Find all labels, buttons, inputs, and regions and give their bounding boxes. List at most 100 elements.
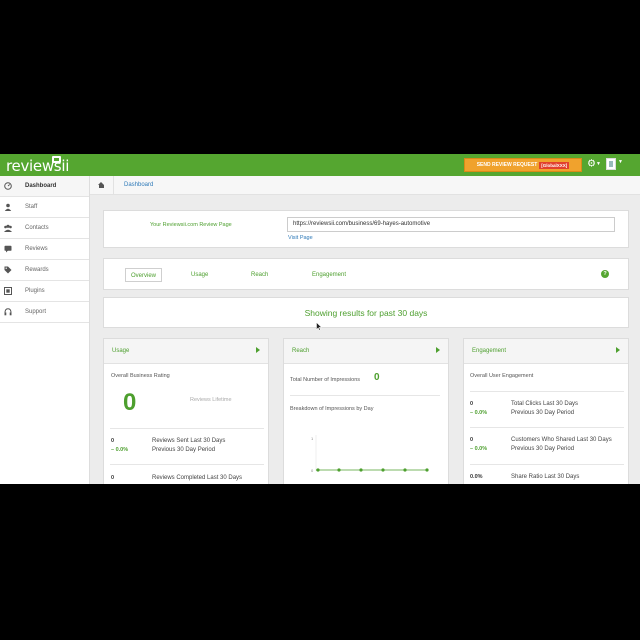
- engagement-card-title: Engagement: [472, 348, 507, 354]
- sidebar-item-label: Contacts: [25, 225, 49, 231]
- chevron-down-icon[interactable]: ▼: [618, 159, 623, 165]
- chart-y-tick-0: 0: [311, 468, 314, 473]
- impressions-value: 0: [374, 372, 380, 383]
- plugin-icon: [3, 286, 13, 296]
- reviews-sent-delta: – 0.0%: [111, 447, 129, 453]
- reviews-completed-count: 0: [111, 475, 115, 481]
- sidebar-item-label: Reviews: [25, 246, 48, 252]
- engagement-card-header: Engagement: [464, 339, 628, 364]
- impressions-label: Total Number of Impressions: [290, 377, 360, 383]
- sidebar-item-staff[interactable]: Staff: [0, 197, 89, 218]
- reach-card-title: Reach: [292, 348, 310, 354]
- sidebar-item-rewards[interactable]: Rewards: [0, 260, 89, 281]
- tabs-panel: Overview Usage Reach Engagement ?: [103, 258, 629, 290]
- breadcrumb: Dashboard: [90, 176, 640, 195]
- chevron-down-icon: ▼: [595, 161, 601, 167]
- reviews-lifetime-label: Reviews Lifetime: [190, 397, 232, 403]
- total-clicks-delta-value: 0.0%: [474, 410, 488, 416]
- review-page-panel: Your Reviewsii.com Review Page https://r…: [103, 210, 629, 248]
- breakdown-label: Breakdown of Impressions by Day: [290, 406, 374, 412]
- customers-shared-delta: – 0.0%: [470, 446, 488, 452]
- breadcrumb-dashboard-link[interactable]: Dashboard: [124, 182, 153, 188]
- send-button-label: SEND REVIEW REQUEST: [476, 162, 538, 168]
- reach-card: Reach Total Number of Impressions 0 Brea…: [283, 338, 449, 484]
- reach-divider: [290, 395, 440, 396]
- sidebar: Dashboard Staff Contacts Reviews Rewards: [0, 176, 90, 484]
- sidebar-item-plugins[interactable]: Plugins: [0, 281, 89, 302]
- sidebar-item-label: Dashboard: [25, 183, 57, 189]
- sidebar-item-contacts[interactable]: Contacts: [0, 218, 89, 239]
- chart-point: [359, 468, 363, 472]
- customers-shared-text: Customers Who Shared Last 30 Days Previo…: [511, 436, 612, 454]
- visit-page-link[interactable]: Visit Page: [288, 235, 313, 241]
- mouse-cursor-icon: [316, 318, 323, 336]
- app-window: reviewsii SEND REVIEW REQUEST [GlobalXXX…: [0, 154, 640, 484]
- chart-point: [337, 468, 341, 472]
- overall-rating-value: 0: [123, 389, 137, 416]
- sidebar-item-label: Plugins: [25, 288, 45, 294]
- usage-divider: [110, 428, 264, 429]
- chart-point: [381, 468, 385, 472]
- dashboard-icon: [3, 181, 13, 191]
- chart-point: [403, 468, 407, 472]
- reviews-sent-line1: Reviews Sent Last 30 Days: [152, 438, 226, 444]
- reviews-sent-text: Reviews Sent Last 30 Days Previous 30 Da…: [152, 437, 225, 455]
- chart-point: [425, 468, 429, 472]
- engagement-divider: [470, 464, 624, 465]
- results-text: Showing results for past 30 days: [304, 308, 428, 318]
- user-icon: [3, 202, 13, 212]
- send-review-request-button[interactable]: SEND REVIEW REQUEST [GlobalXXX]: [464, 158, 582, 172]
- reviews-completed-line1: Reviews Completed Last 30 Days: [152, 475, 243, 481]
- usage-divider: [110, 464, 264, 465]
- headset-icon: [3, 307, 13, 317]
- customers-shared-delta-value: 0.0%: [474, 446, 488, 452]
- sidebar-item-label: Staff: [25, 204, 38, 210]
- sidebar-item-reviews[interactable]: Reviews: [0, 239, 89, 260]
- tab-usage[interactable]: Usage: [191, 268, 208, 282]
- share-ratio-value: 0.0%: [470, 474, 483, 480]
- sidebar-item-label: Support: [25, 309, 47, 315]
- customers-shared-line2: Previous 30 Day Period: [511, 446, 575, 452]
- review-page-label: Your Reviewsii.com Review Page: [150, 222, 232, 228]
- gear-icon[interactable]: ⚙▼: [587, 158, 601, 171]
- tab-overview[interactable]: Overview: [125, 268, 163, 282]
- share-ratio-line1: Share Ratio Last 30 Days: [511, 474, 580, 480]
- reviews-sent-delta-value: 0.0%: [115, 447, 129, 453]
- total-clicks-line1: Total Clicks Last 30 Days: [511, 401, 579, 407]
- overall-rating-label: Overall Business Rating: [111, 373, 170, 379]
- play-icon[interactable]: [256, 347, 260, 353]
- total-clicks-delta: – 0.0%: [470, 410, 488, 416]
- avatar[interactable]: [606, 158, 616, 170]
- impressions-chart: 1 0: [311, 435, 429, 473]
- tab-reach[interactable]: Reach: [251, 268, 268, 282]
- reviews-sent-line2: Previous 30 Day Period: [152, 447, 216, 453]
- customers-shared-line1: Customers Who Shared Last 30 Days: [511, 437, 612, 443]
- sidebar-item-support[interactable]: Support: [0, 302, 89, 323]
- contacts-icon: [3, 223, 13, 233]
- play-icon[interactable]: [436, 347, 440, 353]
- home-icon[interactable]: [98, 181, 105, 189]
- review-page-url-input[interactable]: https://reviewsii.com/business/69-hayes-…: [287, 217, 615, 232]
- top-bar: reviewsii SEND REVIEW REQUEST [GlobalXXX…: [0, 154, 640, 176]
- chart-y-tick-1: 1: [311, 436, 314, 441]
- chat-icon: [3, 244, 13, 254]
- usage-card: Usage Overall Business Rating 0 Reviews …: [103, 338, 269, 484]
- sidebar-item-label: Rewards: [25, 267, 49, 273]
- total-clicks-line2: Previous 30 Day Period: [511, 410, 575, 416]
- total-clicks-count: 0: [470, 401, 474, 407]
- chart-point: [316, 468, 320, 472]
- engagement-divider: [470, 391, 624, 392]
- total-clicks-text: Total Clicks Last 30 Days Previous 30 Da…: [511, 400, 578, 418]
- engagement-divider: [470, 427, 624, 428]
- play-icon[interactable]: [616, 347, 620, 353]
- help-icon[interactable]: ?: [601, 270, 609, 278]
- tag-icon: [3, 265, 13, 275]
- tab-engagement[interactable]: Engagement: [312, 268, 346, 282]
- sidebar-item-dashboard[interactable]: Dashboard: [0, 176, 89, 197]
- customers-shared-count: 0: [470, 437, 474, 443]
- usage-card-title: Usage: [112, 348, 130, 354]
- engagement-card: Engagement Overall User Engagement 0 – 0…: [463, 338, 629, 484]
- reach-card-header: Reach: [284, 339, 448, 364]
- breadcrumb-divider: [113, 176, 114, 194]
- overall-engagement-label: Overall User Engagement: [470, 373, 534, 379]
